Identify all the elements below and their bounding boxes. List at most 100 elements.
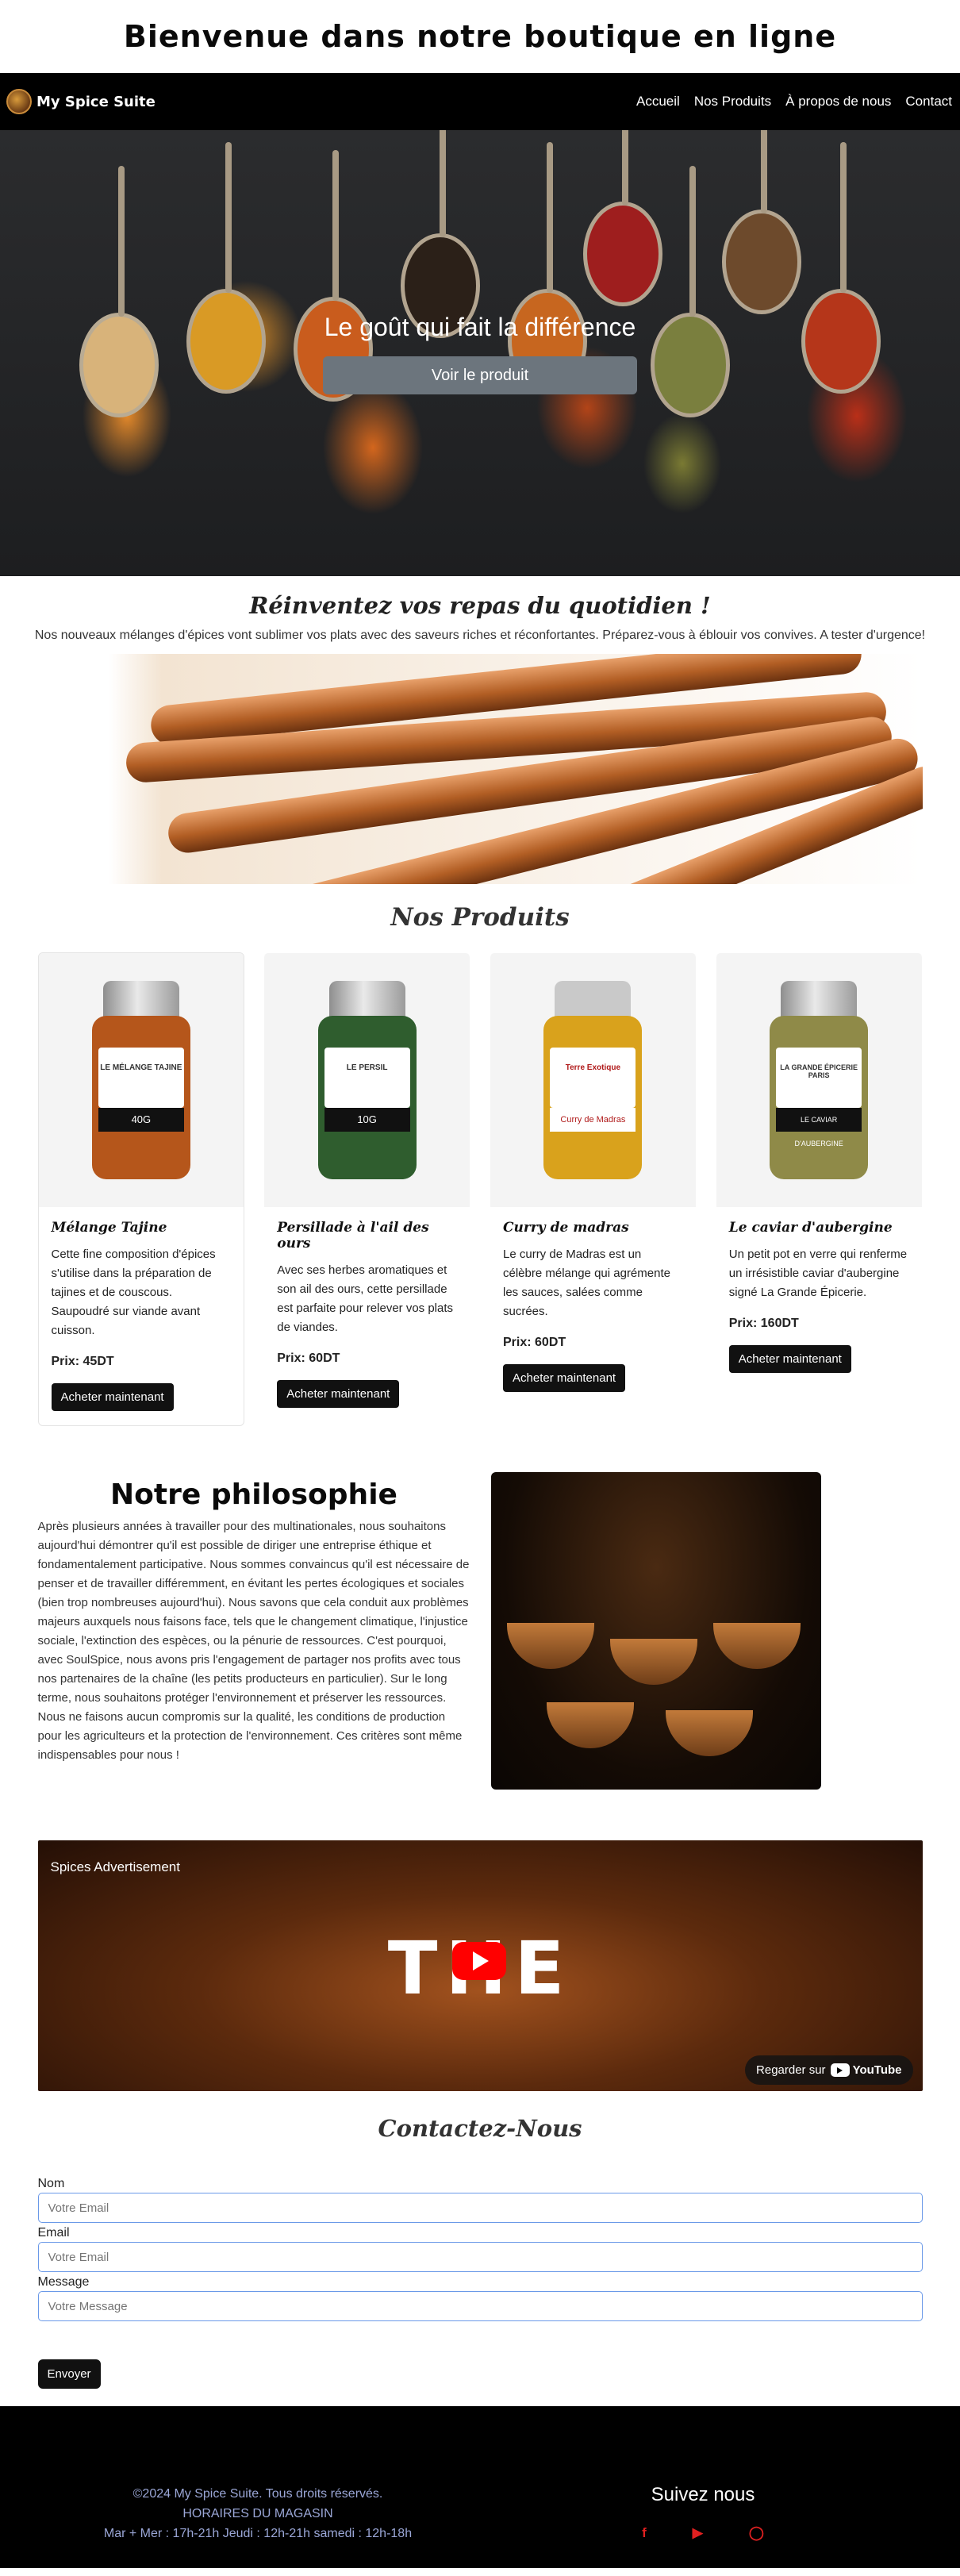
message-field[interactable] bbox=[37, 2291, 923, 2321]
spice-bowl bbox=[665, 1710, 753, 1756]
spice-bowl bbox=[609, 1639, 697, 1685]
product-price: Prix: 45DT bbox=[51, 1355, 114, 1368]
youtube-icon[interactable]: ▶ bbox=[693, 2525, 703, 2541]
product-card-body: Mélange Tajine Cette fine composition d'… bbox=[39, 1207, 244, 1425]
play-button[interactable] bbox=[451, 1942, 506, 1980]
video-title[interactable]: Spices Advertisement bbox=[51, 1859, 180, 1875]
jar-lid bbox=[781, 981, 858, 1019]
contact-section: Contactez-Nous Nom Email Message Envoyer bbox=[37, 2115, 923, 2389]
spice-jar: LA GRANDE ÉPICERIE PARIS LE CAVIAR D'AUB… bbox=[770, 981, 869, 1179]
view-product-button[interactable]: Voir le produit bbox=[323, 356, 637, 394]
nav-link-accueil[interactable]: Accueil bbox=[636, 94, 680, 110]
nav-link-produits[interactable]: Nos Produits bbox=[694, 94, 771, 110]
footer: ©2024 My Spice Suite. Tous droits réserv… bbox=[0, 2406, 960, 2568]
product-description: Le curry de Madras est un célèbre mélang… bbox=[503, 1248, 670, 1318]
product-image: Terre Exotique Curry de Madras bbox=[490, 953, 696, 1207]
email-label: Email bbox=[37, 2226, 70, 2240]
spice-jar: LE PERSIL 10G bbox=[317, 981, 417, 1179]
hero-caption: Le goût qui fait la différence Voir le p… bbox=[0, 313, 960, 394]
social-links: f ▶ ◯ bbox=[616, 2525, 790, 2541]
nav-link-a-propos[interactable]: À propos de nous bbox=[785, 94, 891, 110]
philosophy-image bbox=[490, 1472, 821, 1790]
product-card: Terre Exotique Curry de Madras Curry de … bbox=[490, 952, 697, 1426]
contact-form: Nom Email Message Envoyer bbox=[37, 2177, 923, 2389]
philosophy-text-block: Notre philosophie Après plusieurs années… bbox=[38, 1472, 470, 1790]
jar-lid bbox=[102, 981, 179, 1019]
buy-now-button[interactable]: Acheter maintenant bbox=[503, 1364, 626, 1392]
name-label: Nom bbox=[37, 2177, 65, 2190]
product-name: Mélange Tajine bbox=[51, 1220, 167, 1236]
jar-weight: 40G bbox=[98, 1108, 184, 1132]
facebook-icon[interactable]: f bbox=[642, 2525, 647, 2541]
hero-banner: Le goût qui fait la différence Voir le p… bbox=[0, 130, 960, 576]
send-button[interactable]: Envoyer bbox=[37, 2359, 101, 2389]
nav-link-contact[interactable]: Contact bbox=[905, 94, 952, 110]
intro-text: Nos nouveaux mélanges d'épices vont subl… bbox=[34, 629, 926, 642]
video-embed[interactable]: Spices Advertisement THE Regarder sur Yo… bbox=[37, 1840, 923, 2091]
product-description: Un petit pot en verre qui renferme un ir… bbox=[728, 1248, 908, 1299]
spice-tin: Terre Exotique Curry de Madras bbox=[543, 981, 643, 1179]
email-field[interactable] bbox=[37, 2242, 923, 2272]
product-card-body: Persillade à l'ail des ours Avec ses her… bbox=[264, 1207, 470, 1422]
message-label: Message bbox=[37, 2275, 90, 2289]
product-card-body: Le caviar d'aubergine Un petit pot en ve… bbox=[716, 1207, 922, 1387]
buy-now-button[interactable]: Acheter maintenant bbox=[728, 1345, 851, 1373]
brand-logo-icon bbox=[6, 89, 32, 114]
youtube-wordmark: YouTube bbox=[852, 2063, 902, 2077]
product-description: Avec ses herbes aromatiques et son ail d… bbox=[277, 1263, 454, 1334]
hero-tagline: Le goût qui fait la différence bbox=[324, 313, 636, 341]
store-hours: Mar + Mer : 17h-21h Jeudi : 12h-21h same… bbox=[103, 2527, 413, 2540]
jar-label: LE PERSIL bbox=[324, 1048, 410, 1108]
product-description: Cette fine composition d'épices s'utilis… bbox=[51, 1248, 216, 1337]
youtube-icon bbox=[830, 2063, 850, 2077]
products-title: Nos Produits bbox=[390, 903, 570, 932]
instagram-icon[interactable]: ◯ bbox=[749, 2525, 764, 2541]
product-card: LE MÉLANGE TAJINE 40G Mélange Tajine Cet… bbox=[37, 952, 245, 1426]
product-card: LA GRANDE ÉPICERIE PARIS LE CAVIAR D'AUB… bbox=[715, 952, 923, 1426]
philosophy-title: Notre philosophie bbox=[110, 1478, 397, 1511]
spice-bowl bbox=[546, 1702, 634, 1748]
nav-links: Accueil Nos Produits À propos de nous Co… bbox=[636, 94, 954, 110]
product-price: Prix: 60DT bbox=[277, 1351, 340, 1365]
page-title: Bienvenue dans notre boutique en ligne bbox=[123, 19, 837, 54]
product-image: LE PERSIL 10G bbox=[264, 953, 470, 1207]
navbar: My Spice Suite Accueil Nos Produits À pr… bbox=[0, 73, 960, 130]
jar-label: LA GRANDE ÉPICERIE PARIS bbox=[776, 1048, 862, 1108]
watch-on-label: Regarder sur bbox=[756, 2063, 826, 2077]
footer-info: ©2024 My Spice Suite. Tous droits réserv… bbox=[40, 2484, 476, 2543]
buy-now-button[interactable]: Acheter maintenant bbox=[277, 1380, 400, 1408]
product-name: Persillade à l'ail des ours bbox=[277, 1220, 429, 1251]
buy-now-button[interactable]: Acheter maintenant bbox=[51, 1383, 174, 1411]
spice-bowl bbox=[712, 1623, 801, 1669]
spoon-image bbox=[722, 130, 801, 314]
jar-lid bbox=[555, 981, 632, 1019]
spoon-image bbox=[583, 130, 662, 306]
product-price: Prix: 160DT bbox=[728, 1317, 799, 1330]
jar-weight: LE CAVIAR D'AUBERGINE bbox=[776, 1108, 862, 1148]
site-header: Bienvenue dans notre boutique en ligne bbox=[0, 0, 960, 73]
intro-title: Réinventez vos repas du quotidien ! bbox=[249, 592, 711, 619]
intro-section: Réinventez vos repas du quotidien ! Nos … bbox=[0, 576, 960, 884]
play-icon bbox=[472, 1951, 489, 1970]
product-image: LA GRANDE ÉPICERIE PARIS LE CAVIAR D'AUB… bbox=[716, 953, 922, 1207]
jar-weight: Curry de Madras bbox=[550, 1108, 636, 1132]
product-image: LE MÉLANGE TAJINE 40G bbox=[38, 953, 244, 1207]
product-name: Curry de madras bbox=[503, 1220, 629, 1236]
youtube-logo: YouTube bbox=[830, 2063, 902, 2077]
product-name: Le caviar d'aubergine bbox=[728, 1220, 893, 1236]
philosophy-text: Après plusieurs années à travailler pour… bbox=[37, 1520, 470, 1762]
product-card-body: Curry de madras Le curry de Madras est u… bbox=[490, 1207, 696, 1406]
contact-title: Contactez-Nous bbox=[378, 2115, 582, 2142]
watch-on-youtube-button[interactable]: Regarder sur YouTube bbox=[745, 2055, 913, 2085]
footer-social: Suivez nous f ▶ ◯ bbox=[616, 2484, 790, 2541]
jar-label: LE MÉLANGE TAJINE bbox=[98, 1048, 184, 1108]
brand-name: My Spice Suite bbox=[36, 93, 156, 110]
philosophy-section: Notre philosophie Après plusieurs années… bbox=[38, 1472, 923, 1790]
store-hours-title: HORAIRES DU MAGASIN bbox=[182, 2507, 333, 2520]
brand[interactable]: My Spice Suite bbox=[6, 89, 156, 114]
cinnamon-image bbox=[37, 654, 923, 884]
spice-bowl bbox=[506, 1623, 594, 1669]
name-field[interactable] bbox=[37, 2193, 923, 2223]
jar-lid bbox=[328, 981, 405, 1019]
jar-weight: 10G bbox=[324, 1108, 410, 1132]
